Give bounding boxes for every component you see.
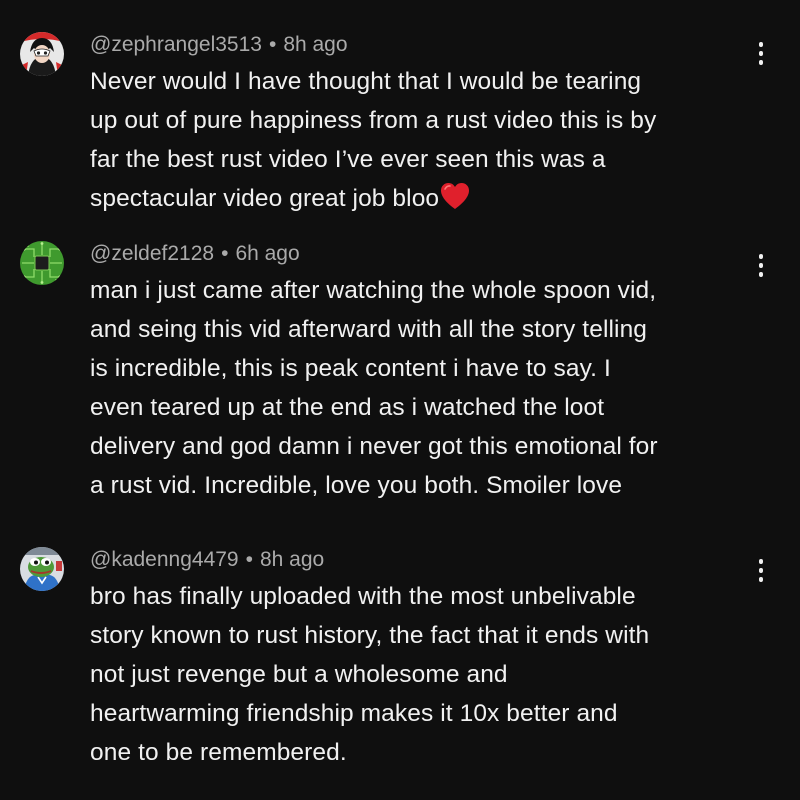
comment-meta: @zephrangel3513 • 8h ago	[90, 32, 348, 58]
comment-line: Never would I have thought that I would …	[90, 68, 642, 95]
comment-line-last: spectacular video great job bloo	[90, 179, 770, 222]
comment-meta: @zeldef2128 • 6h ago	[90, 241, 300, 267]
comment-line: up out of pure happiness from a rust vid…	[90, 107, 657, 134]
comment-line: is incredible, this is peak content i ha…	[90, 355, 611, 382]
comment-line: heartwarming friendship makes it 10x bet…	[90, 700, 618, 727]
comment-line: far the best rust video I’ve ever seen t…	[90, 146, 606, 173]
comment-line: even teared up at the end as i watched t…	[90, 394, 605, 421]
comment-text: bro has finally uploaded with the most u…	[90, 577, 770, 772]
comment-line: not just revenge but a wholesome and	[90, 661, 508, 688]
comment-line: man i just came after watching the whole…	[90, 277, 657, 304]
pepe-frog-avatar-icon	[20, 547, 64, 591]
avatar-kadenng4479[interactable]	[20, 547, 64, 591]
comment-line: a rust vid. Incredible, love you both. S…	[90, 472, 623, 499]
avatar-zephrangel3513[interactable]	[20, 32, 64, 76]
circuit-chip-avatar-icon	[20, 241, 64, 285]
meta-separator: •	[245, 548, 253, 571]
comment-timestamp[interactable]: 6h ago	[235, 242, 299, 265]
persona-mask-avatar-icon	[20, 32, 64, 76]
comment-timestamp[interactable]: 8h ago	[283, 33, 347, 56]
comment-line: bro has finally uploaded with the most u…	[90, 583, 636, 610]
comment-text: Never would I have thought that I would …	[90, 62, 770, 222]
red-heart-emoji-icon	[440, 182, 470, 222]
comment-meta: @kadenng4479 • 8h ago	[90, 547, 324, 573]
comment-line: and seing this vid afterward with all th…	[90, 316, 648, 343]
comment-timestamp[interactable]: 8h ago	[260, 548, 324, 571]
comment-line: one to be remembered.	[90, 739, 347, 766]
comment-author-handle[interactable]: @zephrangel3513	[90, 33, 262, 56]
comment-line: delivery and god damn i never got this e…	[90, 433, 658, 460]
meta-separator: •	[221, 242, 229, 265]
meta-separator: •	[268, 33, 277, 56]
avatar-zeldef2128[interactable]	[20, 241, 64, 285]
comment-text: man i just came after watching the whole…	[90, 271, 770, 505]
comment-line-text: spectacular video great job bloo	[90, 185, 440, 212]
comment-line: story known to rust history, the fact th…	[90, 622, 650, 649]
comment-author-handle[interactable]: @kadenng4479	[90, 548, 239, 571]
comment-author-handle[interactable]: @zeldef2128	[90, 242, 214, 265]
